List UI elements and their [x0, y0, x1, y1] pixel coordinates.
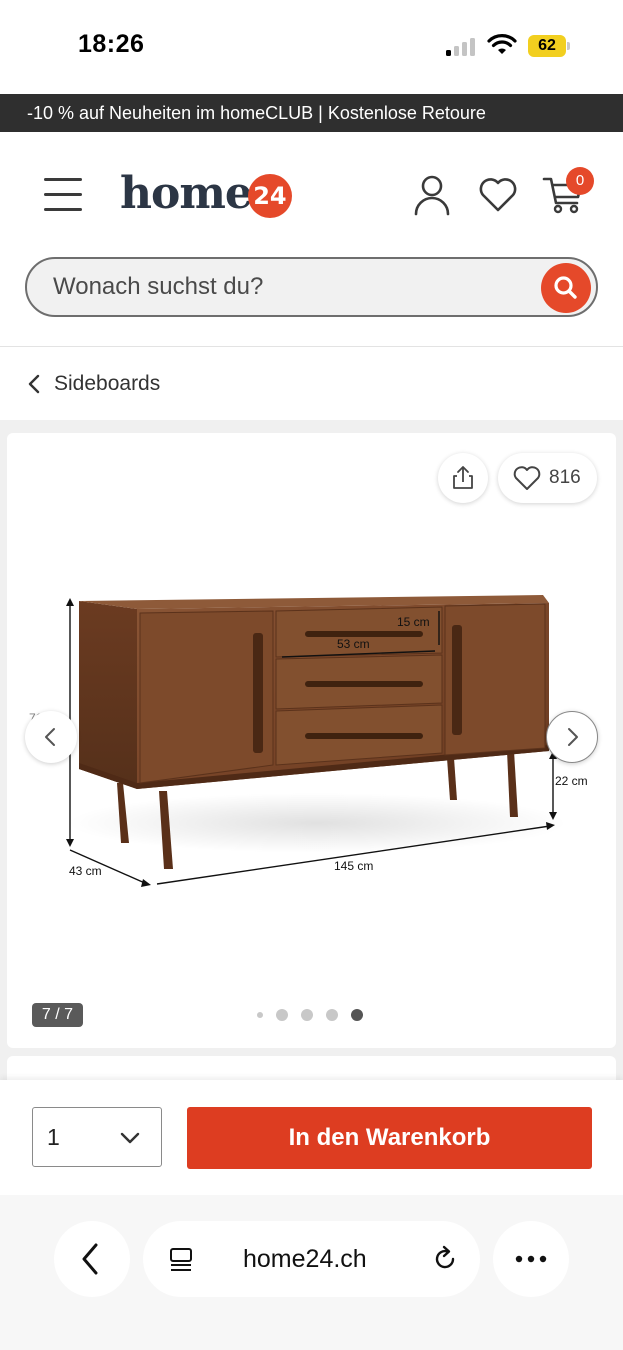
gallery-prev-button[interactable]: [25, 711, 77, 763]
dimension-width: 145 cm: [334, 859, 374, 873]
search-input[interactable]: [53, 259, 533, 315]
address-bar: home24.ch: [143, 1221, 480, 1297]
browser-back-button[interactable]: [54, 1221, 130, 1297]
back-arrow-icon: [82, 1243, 98, 1275]
search-icon: [554, 276, 577, 299]
logo-badge: 24: [247, 173, 292, 218]
menu-button[interactable]: [44, 178, 84, 212]
hamburger-icon: [44, 178, 82, 181]
share-button[interactable]: [438, 453, 488, 503]
dimension-depth: 43 cm: [69, 864, 102, 878]
wishlist-heart-icon[interactable]: [476, 172, 520, 216]
product-gallery: 15 cm 53 cm 71 cm 22 cm 43 cm 145 cm 816…: [7, 433, 616, 1048]
browser-more-button[interactable]: [493, 1221, 569, 1297]
gallery-dot[interactable]: [257, 1012, 263, 1018]
quantity-value: 1: [47, 1124, 60, 1150]
home24-logo[interactable]: home24: [120, 168, 292, 224]
chevron-left-icon: [45, 728, 55, 746]
status-time: 18:26: [78, 30, 145, 58]
breadcrumb-label: Sideboards: [54, 372, 161, 395]
gallery-dot[interactable]: [326, 1009, 338, 1021]
gallery-dot[interactable]: [351, 1009, 363, 1021]
cellular-signal-icon: [446, 36, 478, 56]
chevron-right-icon: [568, 728, 578, 746]
search-button[interactable]: [541, 263, 591, 313]
image-counter: 7 / 7: [32, 1003, 83, 1027]
purchase-bar: 1 In den Warenkorb: [0, 1080, 623, 1195]
battery-level: 62: [538, 37, 556, 54]
site-header: home24 0: [0, 132, 623, 347]
gallery-dot[interactable]: [276, 1009, 288, 1021]
search-bar: [25, 257, 598, 317]
wishlist-button[interactable]: 816: [498, 453, 597, 503]
logo-text: home: [120, 168, 253, 219]
dimension-drawer-width: 53 cm: [337, 637, 370, 651]
battery-icon: 62: [528, 35, 570, 57]
share-icon: [453, 466, 473, 489]
chevron-down-icon: [120, 1132, 140, 1144]
browser-toolbar: home24.ch: [0, 1195, 623, 1350]
add-to-cart-button[interactable]: In den Warenkorb: [187, 1107, 592, 1169]
promo-banner[interactable]: -10 % auf Neuheiten im homeCLUB | Kosten…: [0, 94, 623, 132]
wishlist-count: 816: [549, 467, 581, 488]
product-image[interactable]: [7, 433, 616, 1048]
wifi-icon: [487, 34, 517, 54]
reader-mode-icon[interactable]: [167, 1245, 195, 1273]
breadcrumb[interactable]: Sideboards: [0, 348, 623, 420]
quantity-select[interactable]: 1: [32, 1107, 162, 1167]
more-dots-icon: [515, 1255, 547, 1263]
url-text[interactable]: home24.ch: [243, 1245, 367, 1274]
chevron-left-icon: [28, 374, 40, 394]
status-bar: 18:26 62: [0, 0, 623, 94]
dimension-leg-height: 22 cm: [555, 774, 588, 788]
heart-icon: [513, 466, 541, 490]
gallery-dot[interactable]: [301, 1009, 313, 1021]
cart-count-badge: 0: [566, 167, 594, 195]
account-icon[interactable]: [410, 172, 454, 216]
gallery-next-button[interactable]: [546, 711, 598, 763]
reload-icon[interactable]: [431, 1245, 459, 1273]
dimension-drawer-height: 15 cm: [397, 615, 430, 629]
